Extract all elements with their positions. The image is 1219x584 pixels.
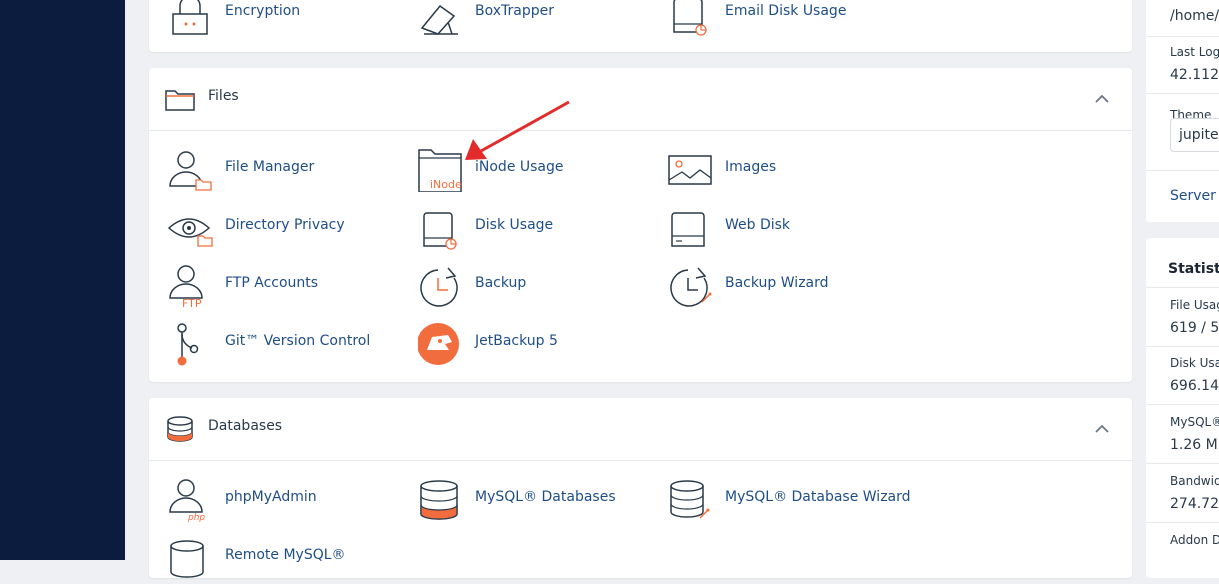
last-login-label: Last Log	[1170, 45, 1219, 59]
tool-label: phpMyAdmin	[225, 489, 317, 505]
theme-select-value: jupiter	[1179, 127, 1219, 143]
web-disk-icon	[668, 206, 714, 250]
databases-panel: Databases php phpMyAdmin MySQL® Database…	[149, 398, 1132, 578]
mysql-databases-icon	[418, 478, 464, 522]
last-login-row: Last Log 42.112.	[1146, 37, 1219, 94]
statistics-title: Statistic	[1168, 261, 1219, 277]
tool-label: Git™ Version Control	[225, 333, 371, 349]
backup-wizard-icon	[668, 264, 714, 308]
boxtrapper-icon	[418, 0, 464, 36]
files-panel: Files File Manager iNode iNode Usage Ima…	[149, 68, 1132, 382]
theme-select[interactable]: jupiter	[1170, 118, 1219, 152]
tool-label: Backup Wizard	[725, 275, 829, 291]
collapse-chevron-icon[interactable]	[1093, 90, 1111, 108]
security-panel: Encryption BoxTrapper Email Disk Usage	[149, 0, 1132, 52]
tool-label: iNode Usage	[475, 159, 564, 175]
remote-mysql-icon	[168, 536, 214, 580]
right-sidebar: /home/ Last Log 42.112. Theme jupiter Se…	[1146, 0, 1219, 578]
stat-row: File Usag 619 / 50	[1146, 287, 1219, 347]
tool-label: Remote MySQL®	[225, 547, 346, 563]
left-navigation-bar	[0, 0, 125, 560]
stat-label: Addon D	[1170, 533, 1219, 547]
email-disk-usage-icon	[668, 0, 714, 36]
tool-label: Directory Privacy	[225, 217, 345, 233]
stat-value: 619 / 50	[1170, 320, 1219, 336]
collapse-chevron-icon[interactable]	[1093, 420, 1111, 438]
stat-value: 696.14	[1170, 378, 1219, 394]
tool-label: MySQL® Database Wizard	[725, 489, 911, 505]
tool-label: Web Disk	[725, 217, 791, 233]
inode-usage-icon: iNode	[418, 148, 464, 192]
ftp-accounts-icon: FTP	[168, 264, 214, 308]
mysql-wizard-icon	[668, 478, 714, 522]
encryption-icon	[168, 0, 214, 36]
tool-label: FTP Accounts	[225, 275, 319, 291]
stat-label: File Usag	[1170, 298, 1219, 312]
files-panel-title: Files	[208, 88, 239, 104]
svg-text:php: php	[187, 513, 205, 522]
home-directory-row: /home/	[1146, 0, 1219, 37]
directory-privacy-icon	[168, 206, 214, 250]
last-login-value: 42.112.	[1170, 67, 1219, 83]
disk-usage-icon	[418, 206, 464, 250]
file-manager-icon	[168, 148, 214, 192]
stat-row: MySQL® 1.26 ME	[1146, 405, 1219, 464]
stat-label: Bandwid	[1170, 474, 1219, 488]
tool-label: Disk Usage	[475, 217, 554, 233]
stat-label: Disk Usa	[1170, 356, 1219, 370]
main-content: Encryption BoxTrapper Email Disk Usage F…	[149, 0, 1132, 578]
tool-label: Encryption	[225, 3, 301, 19]
backup-icon	[418, 264, 464, 308]
files-panel-header[interactable]: Files	[149, 68, 1132, 131]
home-directory-value: /home/	[1170, 8, 1219, 24]
images-icon	[668, 148, 714, 192]
tool-label: JetBackup 5	[475, 333, 558, 349]
tool-label: File Manager	[225, 159, 315, 175]
git-icon	[168, 322, 214, 366]
phpmyadmin-icon: php	[168, 478, 214, 522]
general-information-panel: /home/ Last Log 42.112. Theme jupiter Se…	[1146, 0, 1219, 222]
stat-row: Bandwid 274.72	[1146, 464, 1219, 523]
stat-label: MySQL®	[1170, 415, 1219, 429]
svg-text:iNode: iNode	[430, 178, 462, 191]
database-icon	[165, 415, 195, 443]
tool-label: Email Disk Usage	[725, 3, 847, 19]
tool-label: Backup	[475, 275, 527, 291]
databases-panel-header[interactable]: Databases	[149, 398, 1132, 461]
tool-label: BoxTrapper	[475, 3, 554, 19]
folder-icon	[165, 85, 195, 113]
stat-value: 274.72	[1170, 496, 1219, 512]
stat-value: 1.26 ME	[1170, 437, 1219, 453]
tool-label: MySQL® Databases	[475, 489, 616, 505]
stat-row: Disk Usa 696.14	[1146, 346, 1219, 405]
tool-label: Images	[725, 159, 777, 175]
jetbackup-icon	[418, 322, 464, 366]
databases-panel-title: Databases	[208, 418, 283, 434]
svg-text:FTP: FTP	[182, 297, 202, 308]
stat-row: Addon D	[1146, 523, 1219, 581]
server-information-link[interactable]: Server I	[1170, 188, 1219, 204]
